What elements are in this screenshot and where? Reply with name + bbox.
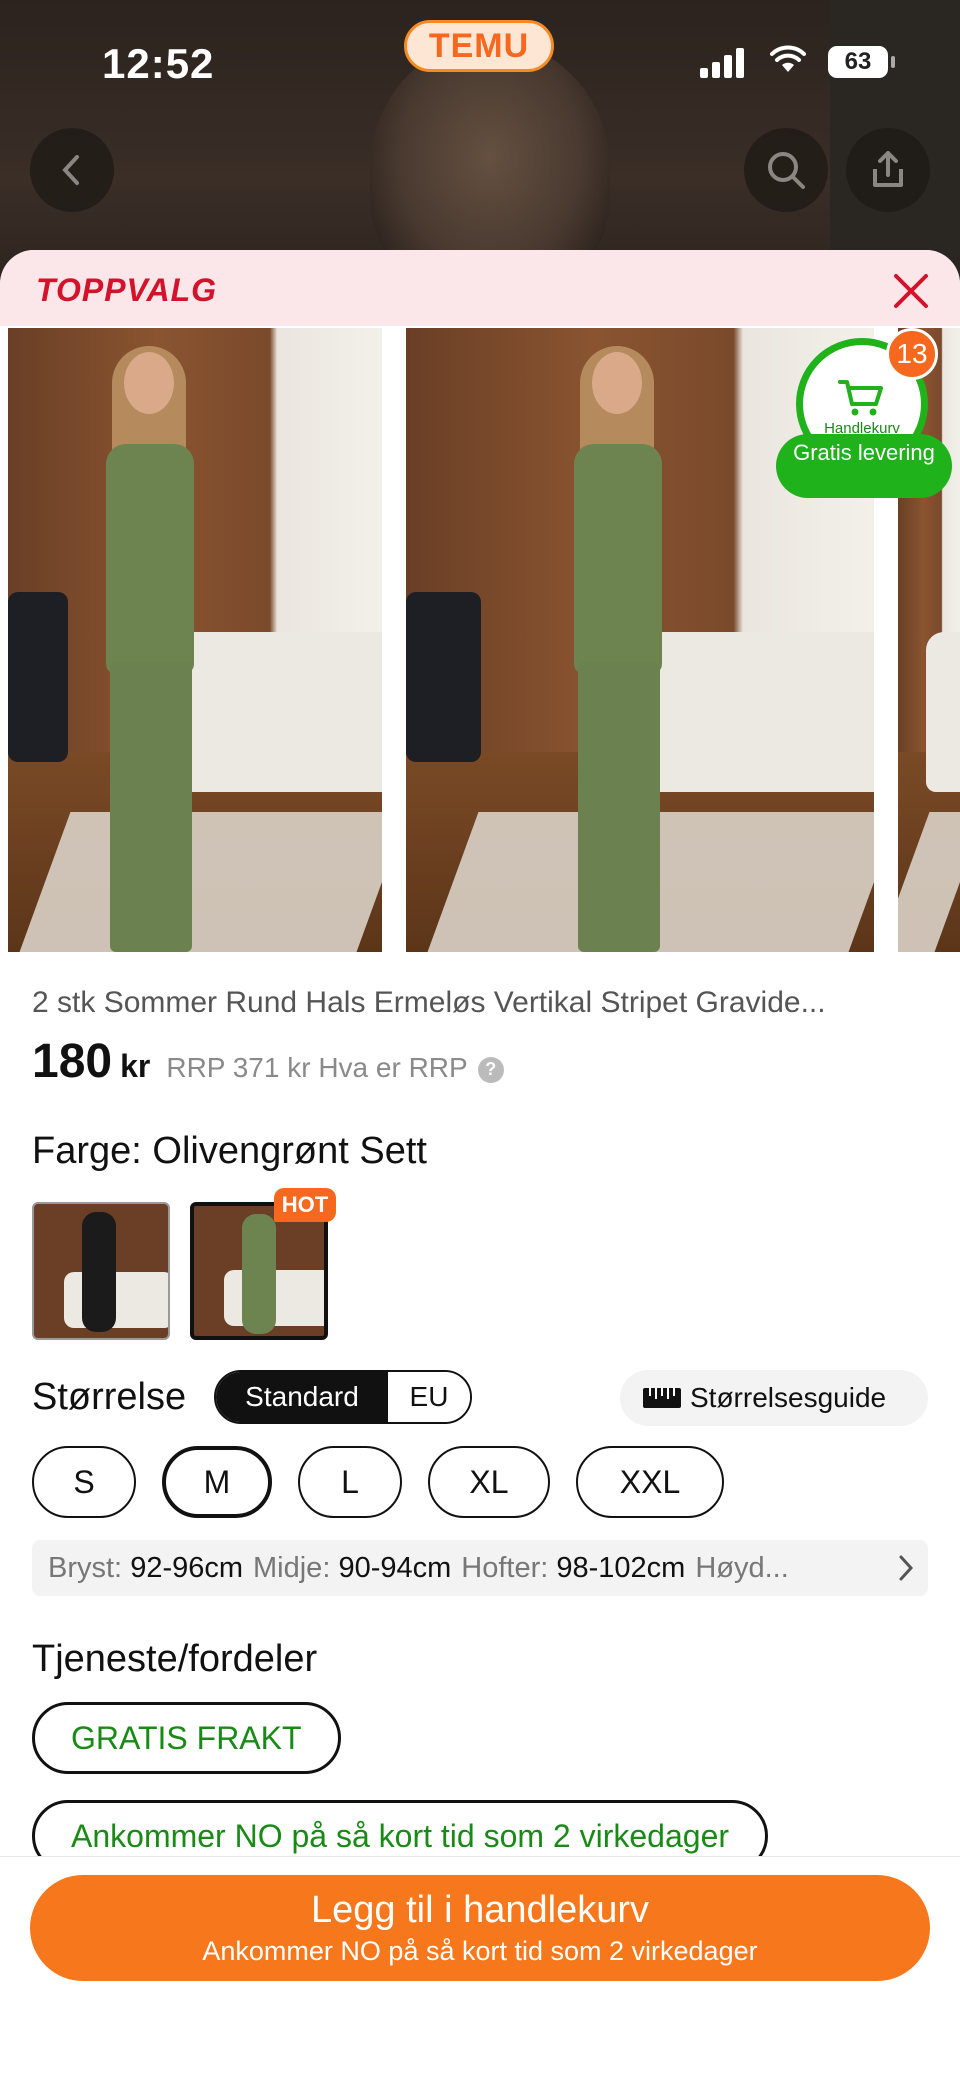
cart-icon <box>838 379 883 415</box>
chevron-left-icon <box>62 155 79 185</box>
status-bar: 12:52 TEMU 63 <box>0 0 960 120</box>
battery-icon: 63 <box>828 46 895 78</box>
free-delivery-badge: Gratis levering <box>776 434 952 498</box>
add-to-cart-label: Legg til i handlekurv <box>311 1889 649 1931</box>
chevron-right-icon <box>899 1555 914 1581</box>
product-photo-1[interactable] <box>8 328 382 952</box>
price-currency: kr <box>120 1048 151 1084</box>
close-icon[interactable] <box>888 268 934 314</box>
sheet-header: TOPPVALG <box>0 250 960 326</box>
measure-key-bust: Bryst: <box>48 1551 123 1584</box>
size-system-toggle[interactable]: Standard EU <box>214 1370 472 1424</box>
back-button[interactable] <box>30 128 114 212</box>
size-option-m[interactable]: M <box>162 1446 272 1518</box>
measure-key-height: Høyd... <box>695 1551 789 1584</box>
floating-cart[interactable]: Handlekurv 13 Gratis levering <box>776 328 952 498</box>
share-button[interactable] <box>846 128 930 212</box>
product-title[interactable]: 2 stk Sommer Rund Hals Ermeløs Vertikal … <box>32 986 912 1020</box>
measure-value-hips: 98-102cm <box>556 1551 686 1584</box>
toggle-standard[interactable]: Standard <box>216 1372 388 1422</box>
free-shipping-pill[interactable]: GRATIS FRAKT <box>32 1702 341 1774</box>
status-time: 12:52 <box>102 40 215 87</box>
price-value: 180 <box>32 1035 113 1088</box>
search-icon <box>768 152 805 189</box>
price-row: 180 kr RRP 371 kr Hva er RRP ? <box>32 1034 504 1089</box>
wifi-icon <box>770 44 806 83</box>
temu-brand: TEMU <box>428 26 530 65</box>
rrp-text: RRP 371 kr Hva er RRP <box>166 1052 468 1083</box>
color-swatch-black[interactable] <box>32 1202 170 1340</box>
measure-value-bust: 92-96cm <box>130 1551 244 1584</box>
footer-bar: Legg til i handlekurv Ankommer NO på så … <box>0 1856 960 2078</box>
size-option-l[interactable]: L <box>298 1446 402 1518</box>
ruler-icon <box>643 1388 681 1408</box>
size-guide-button[interactable]: Størrelsesguide <box>620 1370 928 1426</box>
size-options: S M L XL XXL <box>32 1446 724 1518</box>
measure-value-waist: 90-94cm <box>338 1551 452 1584</box>
size-option-xxl[interactable]: XXL <box>576 1446 724 1518</box>
search-button[interactable] <box>744 128 828 212</box>
size-option-s[interactable]: S <box>32 1446 136 1518</box>
add-to-cart-subtitle: Ankommer NO på så kort tid som 2 virkeda… <box>202 1936 758 1966</box>
size-measurements[interactable]: Bryst: 92-96cm Midje: 90-94cm Hofter: 98… <box>32 1540 928 1596</box>
hot-tag: HOT <box>274 1188 336 1222</box>
help-icon[interactable]: ? <box>477 1056 504 1083</box>
measure-key-waist: Midje: <box>253 1551 331 1584</box>
temu-logo-pill[interactable]: TEMU <box>404 20 554 72</box>
cart-count-badge: 13 <box>886 328 938 380</box>
color-swatch-olive[interactable] <box>190 1202 328 1340</box>
share-icon <box>873 151 903 187</box>
measure-key-hips: Hofter: <box>461 1551 549 1584</box>
color-label: Farge: Olivengrønt Sett <box>32 1130 427 1172</box>
services-label: Tjeneste/fordeler <box>32 1638 318 1680</box>
add-to-cart-button[interactable]: Legg til i handlekurv Ankommer NO på så … <box>30 1875 930 1981</box>
size-label: Størrelse <box>32 1376 187 1418</box>
toggle-eu[interactable]: EU <box>388 1372 470 1422</box>
size-option-xl[interactable]: XL <box>428 1446 550 1518</box>
top-pick-label: TOPPVALG <box>36 272 218 308</box>
size-guide-label: Størrelsesguide <box>690 1382 887 1413</box>
signal-icon <box>700 48 744 78</box>
